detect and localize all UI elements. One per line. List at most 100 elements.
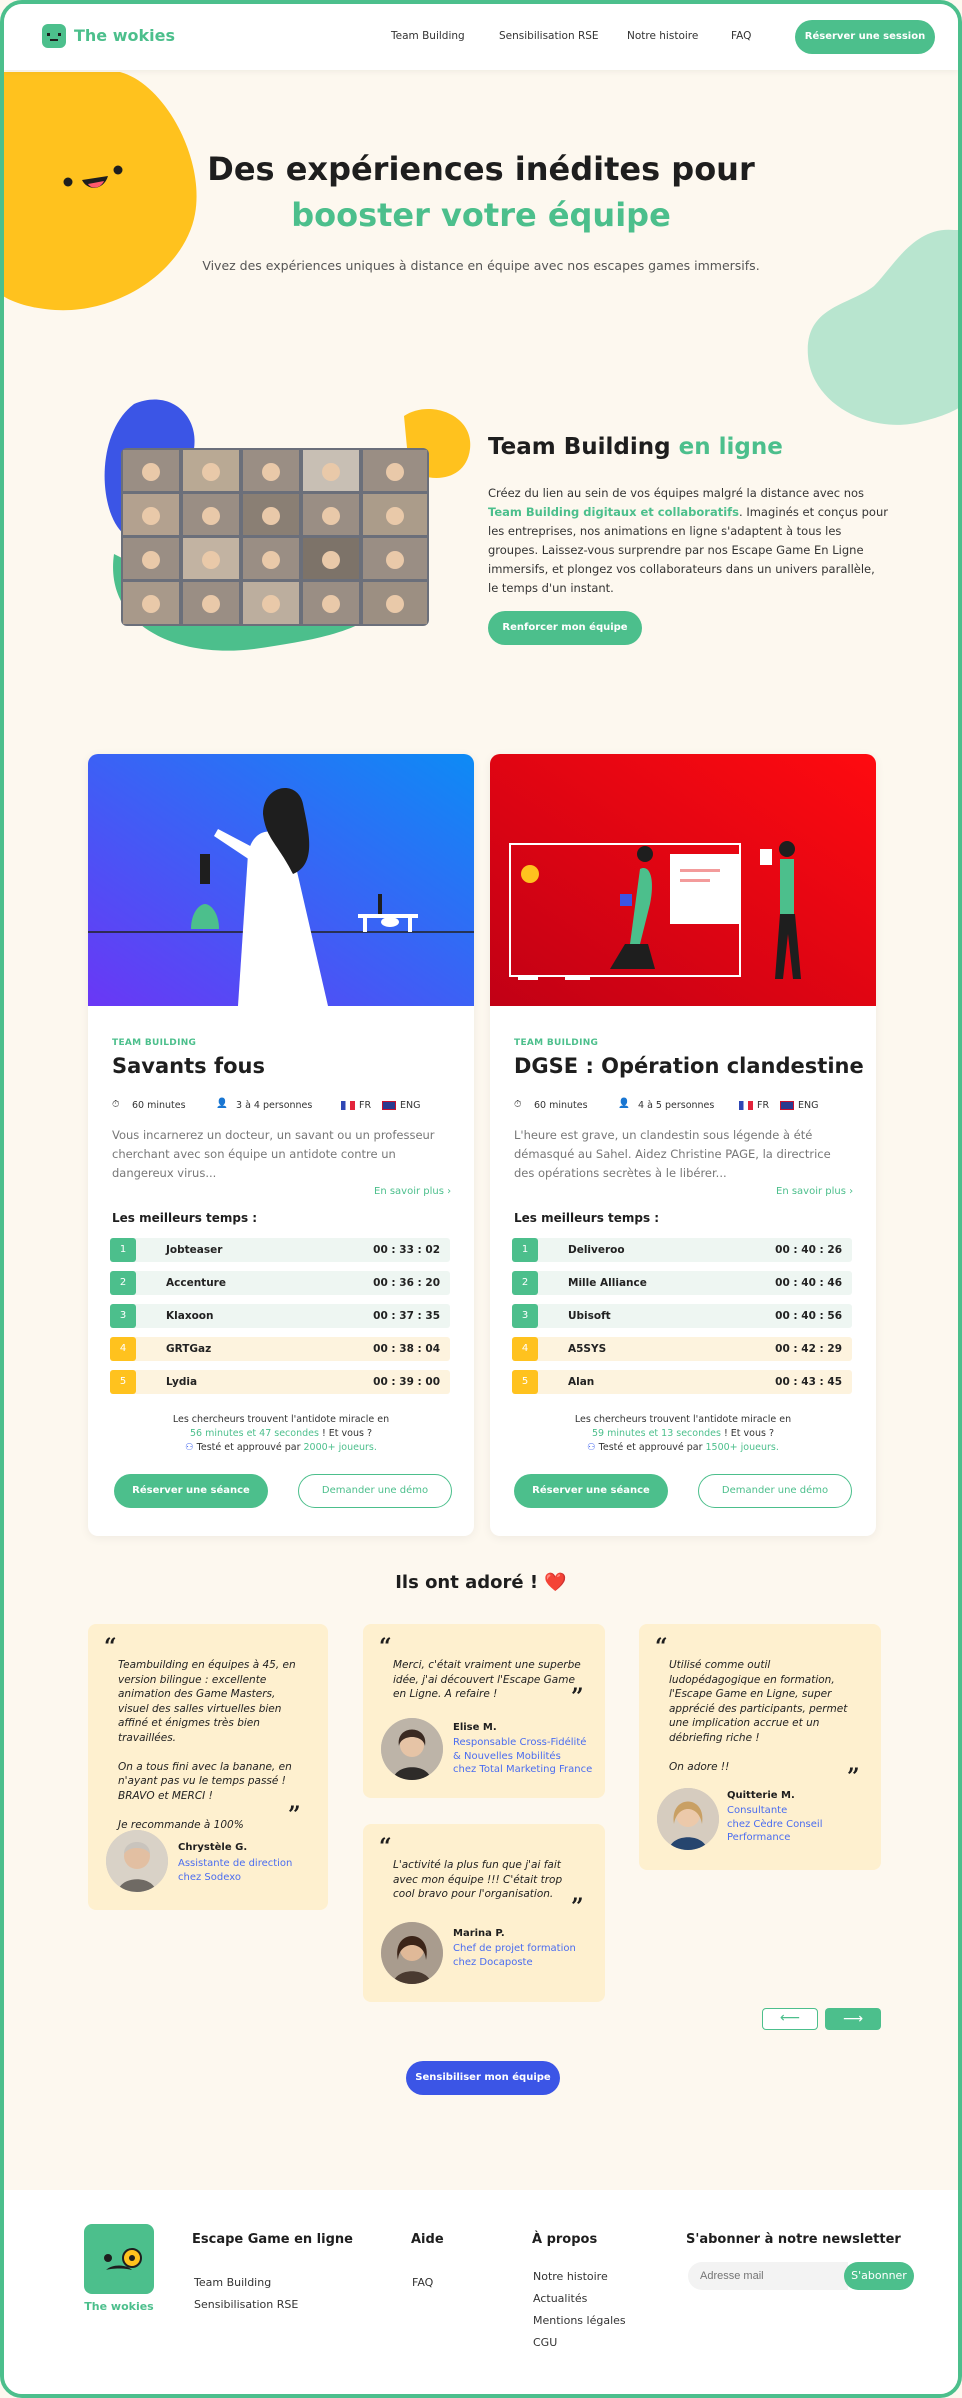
footer-link-faq[interactable]: FAQ (412, 2276, 433, 2289)
rank-team: Lydia (166, 1376, 198, 1388)
rank-number: 4 (512, 1337, 538, 1361)
ranking-row: 2 Accenture 00 : 36 : 20 (110, 1271, 450, 1295)
clock-icon: ⏱ (112, 1099, 120, 1110)
rank-number: 5 (512, 1370, 538, 1394)
book-session-button[interactable]: Réserver une séance (114, 1474, 268, 1508)
ranking-row: 4 A5SYS 00 : 42 : 29 (512, 1337, 852, 1361)
testimonial-role: Consultante chez Cèdre Conseil Performan… (727, 1805, 823, 1843)
carousel-prev-arrow-icon[interactable]: ⟵ (762, 2008, 818, 2030)
card-tag: TEAM BUILDING (112, 1038, 197, 1048)
rank-number: 3 (512, 1304, 538, 1328)
game-card-savants-fous: TEAM BUILDING Savants fous ⏱ 60 minutes … (88, 754, 474, 1536)
record-time: 59 minutes et 13 secondes (591, 1428, 721, 1439)
testimonial-card: “ Merci, c'était vraiment une superbe id… (363, 1624, 605, 1798)
footer-col-about-title: À propos (532, 2232, 598, 2247)
rank-time: 00 : 40 : 46 (775, 1277, 842, 1289)
rank-time: 00 : 40 : 26 (775, 1244, 842, 1256)
card-lang-fr: FR (359, 1100, 372, 1111)
newsletter-subscribe-button[interactable]: S'abonner (844, 2262, 914, 2290)
rank-time: 00 : 33 : 02 (373, 1244, 440, 1256)
hero-subtitle: Vivez des expériences uniques à distance… (202, 258, 760, 273)
team-text: Créez du lien au sein de vos équipes mal… (488, 484, 888, 598)
flag-uk-icon (780, 1101, 794, 1110)
record-question: ! Et vous ? (318, 1428, 373, 1439)
close-quote-icon: ” (847, 1764, 860, 1790)
card-people: 4 à 5 personnes (638, 1100, 715, 1111)
best-times-title: Les meilleurs temps : (112, 1211, 258, 1225)
footer-col-escape-title: Escape Game en ligne (192, 2232, 353, 2247)
request-demo-button[interactable]: Demander une démo (298, 1474, 452, 1508)
team-title-accent: en ligne (678, 434, 783, 460)
rank-team: GRTGaz (166, 1343, 212, 1355)
testimonial-name: Quitterie M. (727, 1790, 795, 1801)
rank-time: 00 : 40 : 56 (775, 1310, 842, 1322)
testimonial-quote: Utilisé comme outil ludopédagogique en f… (669, 1659, 848, 1773)
nav-faq[interactable]: FAQ (731, 30, 751, 42)
card-illustration-dgse (490, 754, 876, 1006)
card-duration: 60 minutes (534, 1100, 588, 1111)
rank-time: 00 : 37 : 35 (373, 1310, 440, 1322)
rank-number: 3 (110, 1304, 136, 1328)
ranking-row: 1 Deliveroo 00 : 40 : 26 (512, 1238, 852, 1262)
nav-team-building[interactable]: Team Building (391, 30, 465, 42)
nav-notre-histoire[interactable]: Notre histoire (627, 30, 698, 42)
ranking-row: 2 Mille Alliance 00 : 40 : 46 (512, 1271, 852, 1295)
user-check-icon: ⚇ (185, 1442, 197, 1453)
rank-number: 2 (110, 1271, 136, 1295)
card-lang-en: ENG (798, 1100, 819, 1111)
newsletter-email-input[interactable] (688, 2262, 848, 2290)
record-note: Les chercheurs trouvent l'antidote mirac… (172, 1414, 390, 1425)
strengthen-team-button[interactable]: Renforcer mon équipe (488, 611, 642, 645)
rank-team: Jobteaser (166, 1244, 223, 1256)
learn-more-link[interactable]: En savoir plus › (374, 1186, 451, 1197)
tested-count: 2000+ joueurs. (303, 1442, 377, 1453)
rank-number: 2 (512, 1271, 538, 1295)
learn-more-link[interactable]: En savoir plus › (776, 1186, 853, 1197)
card-tag: TEAM BUILDING (514, 1038, 599, 1048)
flag-uk-icon (382, 1101, 396, 1110)
card-lang-fr: FR (757, 1100, 770, 1111)
carousel-next-arrow-icon[interactable]: ⟶ (825, 2008, 881, 2030)
footer-link-team-building[interactable]: Team Building (194, 2276, 271, 2289)
tested-count: 1500+ joueurs. (705, 1442, 779, 1453)
close-quote-icon: ” (288, 1802, 301, 1828)
footer-link-sensibilisation-rse[interactable]: Sensibilisation RSE (194, 2298, 298, 2311)
clock-icon: ⏱ (514, 1099, 522, 1110)
footer-link-mentions-legales[interactable]: Mentions légales (533, 2314, 626, 2327)
card-description: Vous incarnerez un docteur, un savant ou… (112, 1128, 435, 1180)
team-text-link[interactable]: Team Building digitaux et collaboratifs (488, 505, 739, 519)
footer-link-actualites[interactable]: Actualités (533, 2292, 587, 2305)
avatar (106, 1830, 168, 1892)
footer-logo-text: The wokies (84, 2300, 154, 2313)
team-title-main: Team Building (488, 434, 671, 460)
nav-sensibilisation-rse[interactable]: Sensibilisation RSE (499, 30, 599, 42)
flag-fr-icon (739, 1101, 753, 1110)
raise-awareness-button[interactable]: Sensibiliser mon équipe (406, 2061, 560, 2095)
book-session-button[interactable]: Réserver une séance (514, 1474, 668, 1508)
footer-link-cgu[interactable]: CGU (533, 2336, 557, 2349)
ranking-row: 4 GRTGaz 00 : 38 : 04 (110, 1337, 450, 1361)
tested-label: Testé et approuvé par (196, 1442, 304, 1453)
record-time-line: 59 minutes et 13 secondes ! Et vous ? (490, 1428, 876, 1439)
team-text-1: Créez du lien au sein de vos équipes mal… (488, 486, 865, 500)
book-session-button[interactable]: Réserver une session (795, 20, 935, 54)
testimonial-card: “ Teambuilding en équipes à 45, en versi… (88, 1624, 328, 1910)
testimonial-quote: Merci, c'était vraiment une superbe idée… (393, 1659, 581, 1700)
testimonial-role: Assistante de direction chez Sodexo (178, 1858, 293, 1883)
logo-text[interactable]: The wokies (74, 26, 175, 45)
rank-number: 4 (110, 1337, 136, 1361)
video-call-photo (121, 448, 429, 626)
hero-title-line2: booster votre équipe (291, 196, 671, 234)
record-question: ! Et vous ? (720, 1428, 775, 1439)
user-check-icon: ⚇ (587, 1442, 599, 1453)
record-note: Les chercheurs trouvent l'antidote mirac… (574, 1414, 792, 1425)
people-icon: 👤 (618, 1098, 630, 1109)
footer-link-notre-histoire[interactable]: Notre histoire (533, 2270, 608, 2283)
rank-time: 00 : 43 : 45 (775, 1376, 842, 1388)
people-icon: 👤 (216, 1098, 228, 1109)
logo-icon[interactable] (42, 24, 66, 48)
best-times-title: Les meilleurs temps : (514, 1211, 660, 1225)
request-demo-button[interactable]: Demander une démo (698, 1474, 852, 1508)
footer-logo-icon[interactable] (84, 2224, 154, 2294)
testimonial-quote: Teambuilding en équipes à 45, en version… (118, 1659, 296, 1831)
